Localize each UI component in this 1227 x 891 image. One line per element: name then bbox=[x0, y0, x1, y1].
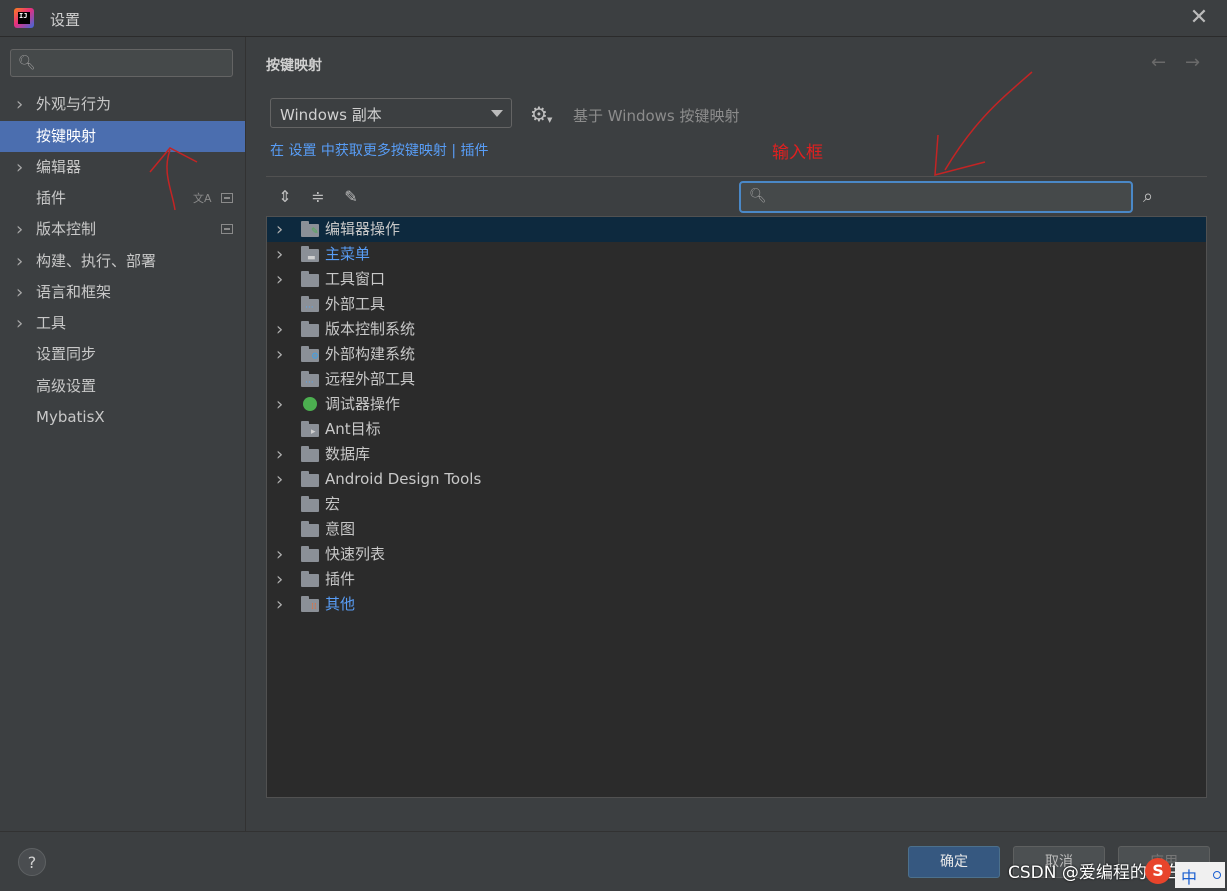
annotation-arrow-sidebar bbox=[166, 149, 176, 211]
annotation-arrow-search bbox=[944, 71, 1033, 171]
annotation-arrowhead-sidebar bbox=[149, 147, 198, 173]
annotation-arrowhead-search bbox=[934, 134, 986, 176]
annotation-arrows bbox=[149, 71, 1033, 211]
